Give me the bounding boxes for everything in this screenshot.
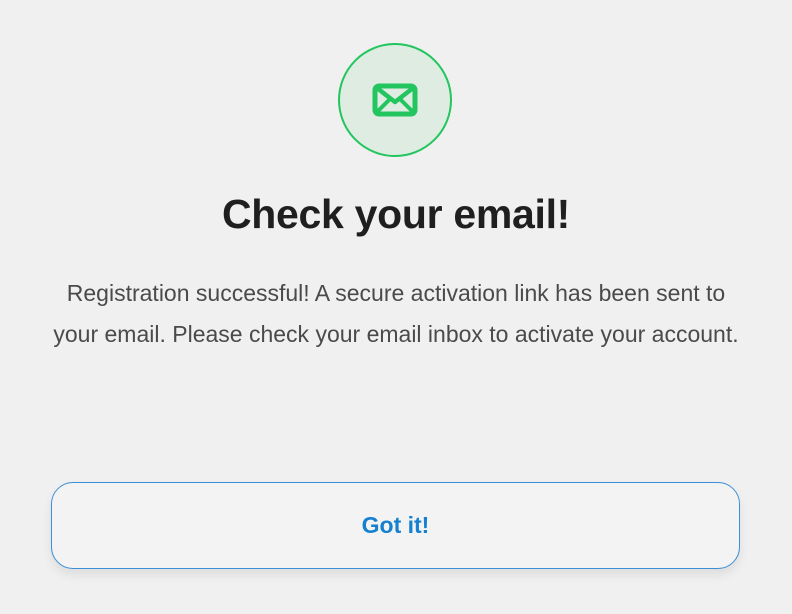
- email-icon-badge: [338, 43, 452, 157]
- got-it-button[interactable]: Got it!: [51, 482, 740, 569]
- confirmation-message: Registration successful! A secure activa…: [53, 280, 739, 347]
- envelope-icon: [372, 83, 418, 117]
- page-title: Check your email!: [221, 191, 571, 237]
